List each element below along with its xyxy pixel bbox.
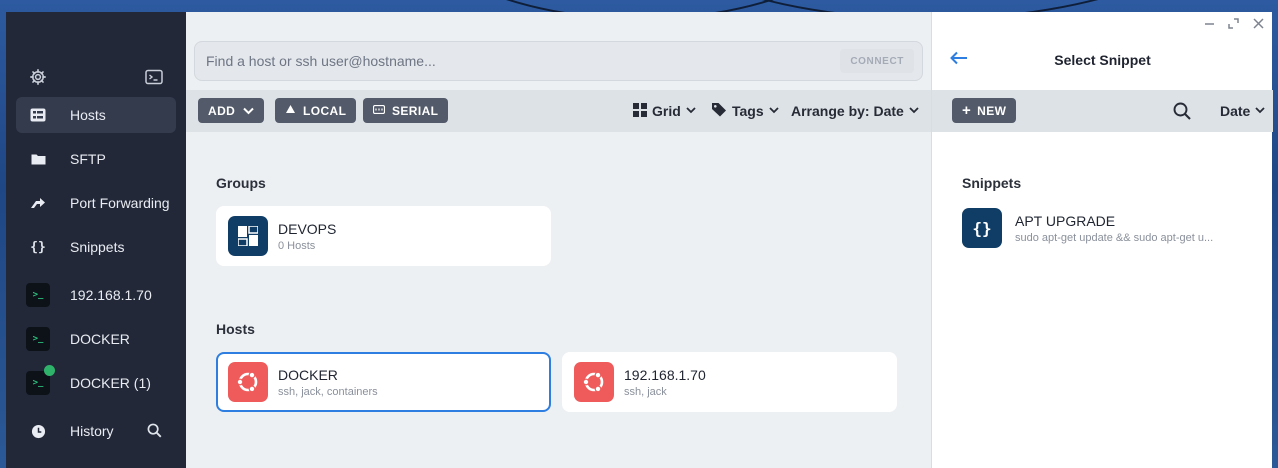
sidebar-item-label: History <box>70 423 114 439</box>
curly-braces-icon: {} <box>962 208 1002 248</box>
new-label: NEW <box>977 103 1007 118</box>
snippet-command: sudo apt-get update && sudo apt-get u... <box>1015 231 1214 244</box>
search-icon[interactable] <box>1173 102 1191 125</box>
online-status-dot <box>44 365 55 376</box>
hosts-toolbar: ADD LOCAL SERIAL Grid Tags Arrange by: D… <box>186 90 931 132</box>
sidebar-top-icons <box>6 68 186 88</box>
maximize-icon[interactable] <box>1228 17 1239 32</box>
sidebar: Hosts SFTP Port Forwarding {} Snippets >… <box>6 12 186 468</box>
sort-label: Date <box>1220 103 1251 119</box>
gear-icon[interactable] <box>29 68 47 91</box>
sidebar-item-hosts[interactable]: Hosts <box>16 97 176 133</box>
local-label: LOCAL <box>303 103 347 118</box>
group-icon <box>228 216 268 256</box>
host-card-docker[interactable]: DOCKER ssh, jack, containers <box>216 352 551 412</box>
view-mode-dropdown[interactable]: Grid <box>633 100 696 122</box>
curly-braces-icon: {} <box>30 239 46 255</box>
snippet-name: APT UPGRADE <box>1015 212 1116 229</box>
terminal-session-icon: >_ <box>26 365 55 395</box>
local-button[interactable]: LOCAL <box>275 98 357 123</box>
group-host-count: 0 Hosts <box>278 239 316 252</box>
sidebar-item-history[interactable]: History <box>16 413 176 449</box>
back-arrow-icon[interactable] <box>950 48 968 71</box>
terminal-session-icon: >_ <box>26 327 50 351</box>
close-icon[interactable] <box>1253 17 1264 32</box>
chevron-down-icon <box>243 104 254 118</box>
hosts-section-title: Hosts <box>216 321 255 337</box>
host-tags: ssh, jack <box>624 385 667 398</box>
ubuntu-icon <box>574 362 614 402</box>
chevron-down-icon <box>909 106 919 117</box>
host-tags: ssh, jack, containers <box>278 385 378 398</box>
serial-label: SERIAL <box>392 103 439 118</box>
sidebar-item-label: Port Forwarding <box>70 195 170 211</box>
arrange-by-label: Arrange by: Date <box>791 103 904 119</box>
snippet-panel: Select Snippet + NEW Date Snippets {} AP… <box>931 12 1273 468</box>
main-content: CONNECT ADD LOCAL SERIAL Grid <box>186 12 931 468</box>
serial-port-icon <box>372 104 386 117</box>
sidebar-item-sftp[interactable]: SFTP <box>16 141 176 177</box>
add-label: ADD <box>208 103 236 118</box>
serial-button[interactable]: SERIAL <box>363 98 449 123</box>
group-name: DEVOPS <box>278 220 337 237</box>
host-search-input[interactable] <box>195 42 841 80</box>
group-card-text: DEVOPS 0 Hosts <box>278 221 336 252</box>
clock-icon <box>26 419 50 443</box>
grid-view-icon <box>633 102 647 120</box>
search-icon[interactable] <box>147 423 162 441</box>
add-button[interactable]: ADD <box>198 98 265 123</box>
sidebar-item-snippets[interactable]: {} Snippets <box>16 229 176 265</box>
ubuntu-icon <box>228 362 268 402</box>
arrange-by-dropdown[interactable]: Arrange by: Date <box>791 100 919 122</box>
local-terminal-icon <box>285 104 296 117</box>
sidebar-item-label: Snippets <box>70 239 125 255</box>
group-card-devops[interactable]: DEVOPS 0 Hosts <box>216 206 551 266</box>
panel-header: Select Snippet <box>932 42 1273 78</box>
host-card-text: DOCKER ssh, jack, containers <box>278 367 378 398</box>
sidebar-item-label: DOCKER <box>70 331 130 347</box>
snippet-sort-dropdown[interactable]: Date <box>1220 100 1265 122</box>
tags-label: Tags <box>732 103 764 119</box>
snippet-text: APT UPGRADE sudo apt-get update && sudo … <box>1015 213 1252 244</box>
host-card-text: 192.168.1.70 ssh, jack <box>624 367 706 398</box>
hosts-grid-icon <box>26 103 50 127</box>
chevron-down-icon <box>769 106 779 117</box>
snippets-section-title: Snippets <box>962 175 1022 191</box>
host-search-bar: CONNECT <box>194 41 923 81</box>
sidebar-item-session-docker[interactable]: >_ DOCKER <box>16 321 176 357</box>
terminal-icon[interactable] <box>145 69 163 90</box>
chevron-down-icon <box>686 106 696 117</box>
view-mode-label: Grid <box>652 103 681 119</box>
host-name: 192.168.1.70 <box>624 366 706 383</box>
sidebar-item-session-docker-1[interactable]: >_ DOCKER (1) <box>16 365 176 401</box>
snippet-toolbar: + NEW Date <box>932 90 1273 132</box>
sidebar-item-label: SFTP <box>70 151 106 167</box>
groups-section-title: Groups <box>216 175 266 191</box>
sidebar-item-label: Hosts <box>70 107 106 123</box>
sidebar-item-label: DOCKER (1) <box>70 375 151 391</box>
folder-icon <box>26 147 50 171</box>
host-name: DOCKER <box>278 366 338 383</box>
sidebar-item-port-forwarding[interactable]: Port Forwarding <box>16 185 176 221</box>
tag-icon <box>711 102 727 120</box>
tags-dropdown[interactable]: Tags <box>711 100 779 122</box>
connect-button[interactable]: CONNECT <box>840 49 914 73</box>
sidebar-item-session-192-168-1-70[interactable]: >_ 192.168.1.70 <box>16 277 176 313</box>
plus-icon: + <box>962 102 972 119</box>
sidebar-item-label: 192.168.1.70 <box>70 287 152 303</box>
host-card-192-168-1-70[interactable]: 192.168.1.70 ssh, jack <box>562 352 897 412</box>
terminal-session-icon: >_ <box>26 283 50 307</box>
panel-title: Select Snippet <box>1054 52 1151 68</box>
minimize-icon[interactable] <box>1204 17 1215 32</box>
snippet-item-apt-upgrade[interactable]: {} APT UPGRADE sudo apt-get update && su… <box>962 208 1252 248</box>
port-forward-arrow-icon <box>26 191 50 215</box>
chevron-down-icon <box>1255 106 1265 117</box>
new-snippet-button[interactable]: + NEW <box>952 98 1017 123</box>
